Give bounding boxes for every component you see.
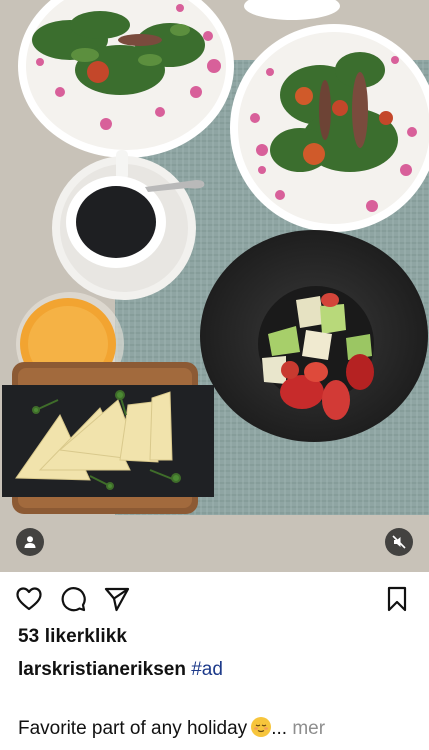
mute-toggle-button[interactable]: [385, 528, 413, 556]
comment-icon: [61, 587, 86, 612]
post-caption: Favorite part of any holiday... mer: [18, 717, 325, 740]
heart-icon: [16, 587, 42, 611]
paper-plane-icon: [104, 587, 130, 612]
post-actions-bar: [0, 583, 429, 615]
caption-text: Favorite part of any holiday: [18, 718, 248, 739]
relieved-face-emoji-icon: [251, 717, 272, 737]
tagged-users-button[interactable]: [16, 528, 44, 556]
save-button[interactable]: [381, 583, 413, 615]
bookmark-icon: [387, 586, 407, 612]
likes-count[interactable]: 53 likerklikk: [18, 626, 127, 648]
breakfast-table-image: [0, 0, 429, 572]
user-icon: [24, 536, 36, 548]
like-button[interactable]: [13, 583, 45, 615]
post-media-video[interactable]: [0, 0, 429, 572]
hashtag-link[interactable]: #ad: [191, 659, 223, 680]
speaker-muted-icon: [392, 535, 406, 549]
post-owner-line: larskristianeriksen #ad: [18, 659, 223, 681]
caption-ellipsis: ...: [271, 718, 288, 739]
username-link[interactable]: larskristianeriksen: [18, 659, 186, 680]
comment-button[interactable]: [57, 583, 89, 615]
caption-more-link[interactable]: mer: [292, 718, 325, 739]
share-button[interactable]: [101, 583, 133, 615]
